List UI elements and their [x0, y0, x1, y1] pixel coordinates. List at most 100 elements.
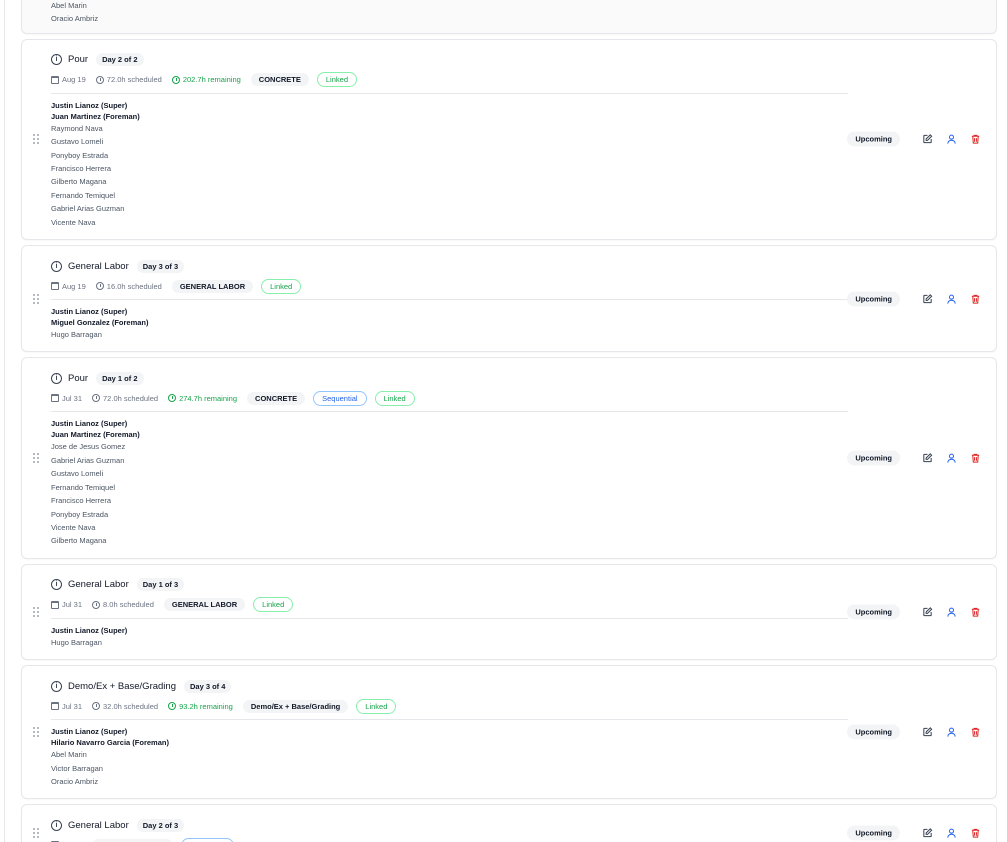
edit-icon[interactable]: [920, 132, 934, 146]
info-icon[interactable]: i: [51, 579, 62, 591]
crew-member: Francisco Herrera: [51, 164, 112, 174]
edit-icon[interactable]: [920, 292, 934, 306]
crew-member: Fernando Temiquel: [51, 190, 116, 200]
crew-member: Vicente Nava: [51, 522, 96, 532]
scheduled-hours: 72.0h scheduled: [95, 75, 162, 84]
user-icon[interactable]: [944, 132, 958, 146]
crew-member: Jose de Jesus Gomez: [51, 442, 126, 452]
task-name: Demo/Ex + Base/Grading: [68, 680, 176, 692]
card-actions: Upcoming: [847, 291, 982, 307]
drag-handle-icon[interactable]: [33, 827, 39, 838]
calendar-icon: [51, 702, 59, 711]
divider: [51, 299, 848, 301]
card-meta-row: Aug 1GENERAL LABORSequential: [51, 837, 848, 842]
clock-icon: [95, 282, 104, 291]
remaining-hours: 274.7h remaining: [168, 394, 237, 403]
trash-icon[interactable]: [968, 725, 982, 739]
user-icon[interactable]: [944, 605, 958, 619]
status-badge: Upcoming: [847, 450, 900, 466]
date-label: Jul 31: [51, 600, 82, 609]
drag-handle-icon[interactable]: [33, 134, 39, 145]
trade-tag: GENERAL LABOR: [163, 598, 246, 612]
calendar-icon: [51, 394, 59, 403]
trash-icon[interactable]: [968, 292, 982, 306]
crew-lead: Hilario Navarro Garcia (Foreman): [51, 738, 169, 748]
drag-handle-icon[interactable]: [33, 453, 39, 464]
linked-badge: Linked: [374, 390, 415, 406]
card-title-row: i Pour Day 2 of 2: [51, 52, 848, 68]
schedule-card[interactable]: i Demo/Ex + Base/Grading Day 3 of 4 Jul 31 3…: [21, 665, 997, 800]
divider: [51, 617, 848, 619]
schedule-card[interactable]: i General Labor Day 2 of 3 Aug 1GENERAL LAB…: [21, 804, 997, 842]
clock-icon: [171, 75, 180, 84]
info-icon[interactable]: i: [51, 260, 62, 272]
trash-icon[interactable]: [968, 826, 982, 840]
crew-member: Gabriel Arias Guzman: [51, 455, 125, 465]
schedule-card-partial: Abel Marin Oracio Ambriz: [21, 0, 997, 34]
linked-badge: Linked: [253, 597, 294, 613]
drag-handle-icon[interactable]: [33, 293, 39, 304]
crew-list: Justin Lianoz (Super) Juan Martinez (Fore…: [51, 418, 848, 547]
clock-icon: [168, 702, 177, 711]
schedule-card[interactable]: i General Labor Day 1 of 3 Jul 31 8.0h sched…: [21, 563, 997, 661]
sequential-badge: Sequential: [313, 390, 367, 406]
crew-list: Justin Lianoz (Super) Hilario Navarro Gar…: [51, 726, 848, 788]
day-badge: Day 1 of 2: [96, 371, 144, 385]
crew-member: Gilberto Magana: [51, 177, 107, 187]
card-content: i General Labor Day 3 of 3 Aug 19 16.0h sche…: [51, 246, 848, 351]
crew-lead: Miguel Gonzalez (Foreman): [51, 318, 149, 328]
day-badge: Day 3 of 4: [183, 679, 232, 693]
crew-member: Vicente Nava: [51, 217, 96, 227]
info-icon[interactable]: i: [51, 54, 62, 66]
user-icon[interactable]: [944, 725, 958, 739]
crew-list: Justin Lianoz (Super) Miguel Gonzalez (Fo…: [51, 306, 848, 341]
trash-icon[interactable]: [968, 451, 982, 465]
schedule-card[interactable]: i Pour Day 2 of 2 Aug 19 72.0h scheduled 202.…: [21, 38, 997, 241]
task-name: General Labor: [68, 579, 129, 591]
day-badge: Day 2 of 3: [136, 818, 185, 832]
trash-icon[interactable]: [968, 605, 982, 619]
edit-icon[interactable]: [920, 826, 934, 840]
info-icon[interactable]: i: [51, 372, 62, 384]
edit-icon[interactable]: [920, 605, 934, 619]
crew-member: Gilberto Magana: [51, 536, 107, 546]
trade-tag: GENERAL LABOR: [171, 279, 254, 293]
trade-tag: Demo/Ex + Base/Grading: [242, 699, 349, 713]
date-label: Jul 31: [51, 394, 82, 403]
edit-icon[interactable]: [920, 725, 934, 739]
drag-handle-icon[interactable]: [33, 727, 39, 738]
scheduled-hours: 8.0h scheduled: [92, 600, 154, 609]
crew-member: Oracio Ambriz: [51, 14, 99, 24]
calendar-icon: [51, 600, 59, 609]
card-content: i Demo/Ex + Base/Grading Day 3 of 4 Jul 31 3…: [51, 666, 848, 798]
info-icon[interactable]: i: [51, 680, 62, 692]
edit-icon[interactable]: [920, 451, 934, 465]
remaining-hours: 93.2h remaining: [168, 702, 233, 711]
card-actions: Upcoming: [847, 450, 982, 466]
status-badge: Upcoming: [847, 825, 900, 841]
crew-lead: Justin Lianoz (Super): [51, 727, 128, 737]
card-title-row: i General Labor Day 3 of 3: [51, 258, 848, 274]
card-title-row: i General Labor Day 1 of 3: [51, 577, 848, 593]
user-icon[interactable]: [944, 826, 958, 840]
info-icon[interactable]: i: [51, 819, 62, 831]
date-label: Jul 31: [51, 702, 82, 711]
user-icon[interactable]: [944, 451, 958, 465]
crew-lead: Juan Martinez (Foreman): [51, 430, 140, 440]
drag-handle-icon[interactable]: [33, 606, 39, 617]
schedule-card[interactable]: i Pour Day 1 of 2 Jul 31 72.0h scheduled 274.…: [21, 357, 997, 559]
task-name: General Labor: [68, 260, 129, 272]
schedule-card[interactable]: i General Labor Day 3 of 3 Aug 19 16.0h sche…: [21, 245, 997, 353]
card-actions: Upcoming: [847, 131, 982, 147]
date-label: Aug 19: [51, 282, 86, 291]
remaining-hours: 202.7h remaining: [171, 75, 241, 84]
crew-list: Abel Marin Oracio Ambriz: [51, 0, 848, 26]
card-meta-row: Aug 19 16.0h scheduled GENERAL LABOR Linked: [51, 278, 848, 294]
date-label: Aug 19: [51, 75, 86, 84]
trade-tag: CONCRETE: [247, 391, 306, 405]
schedule-card-list: Abel Marin Oracio Ambriz i Pour Day 2 of 2 A…: [21, 0, 997, 842]
day-badge: Day 3 of 3: [136, 259, 185, 273]
user-icon[interactable]: [944, 292, 958, 306]
trash-icon[interactable]: [968, 132, 982, 146]
task-name: General Labor: [68, 819, 129, 831]
